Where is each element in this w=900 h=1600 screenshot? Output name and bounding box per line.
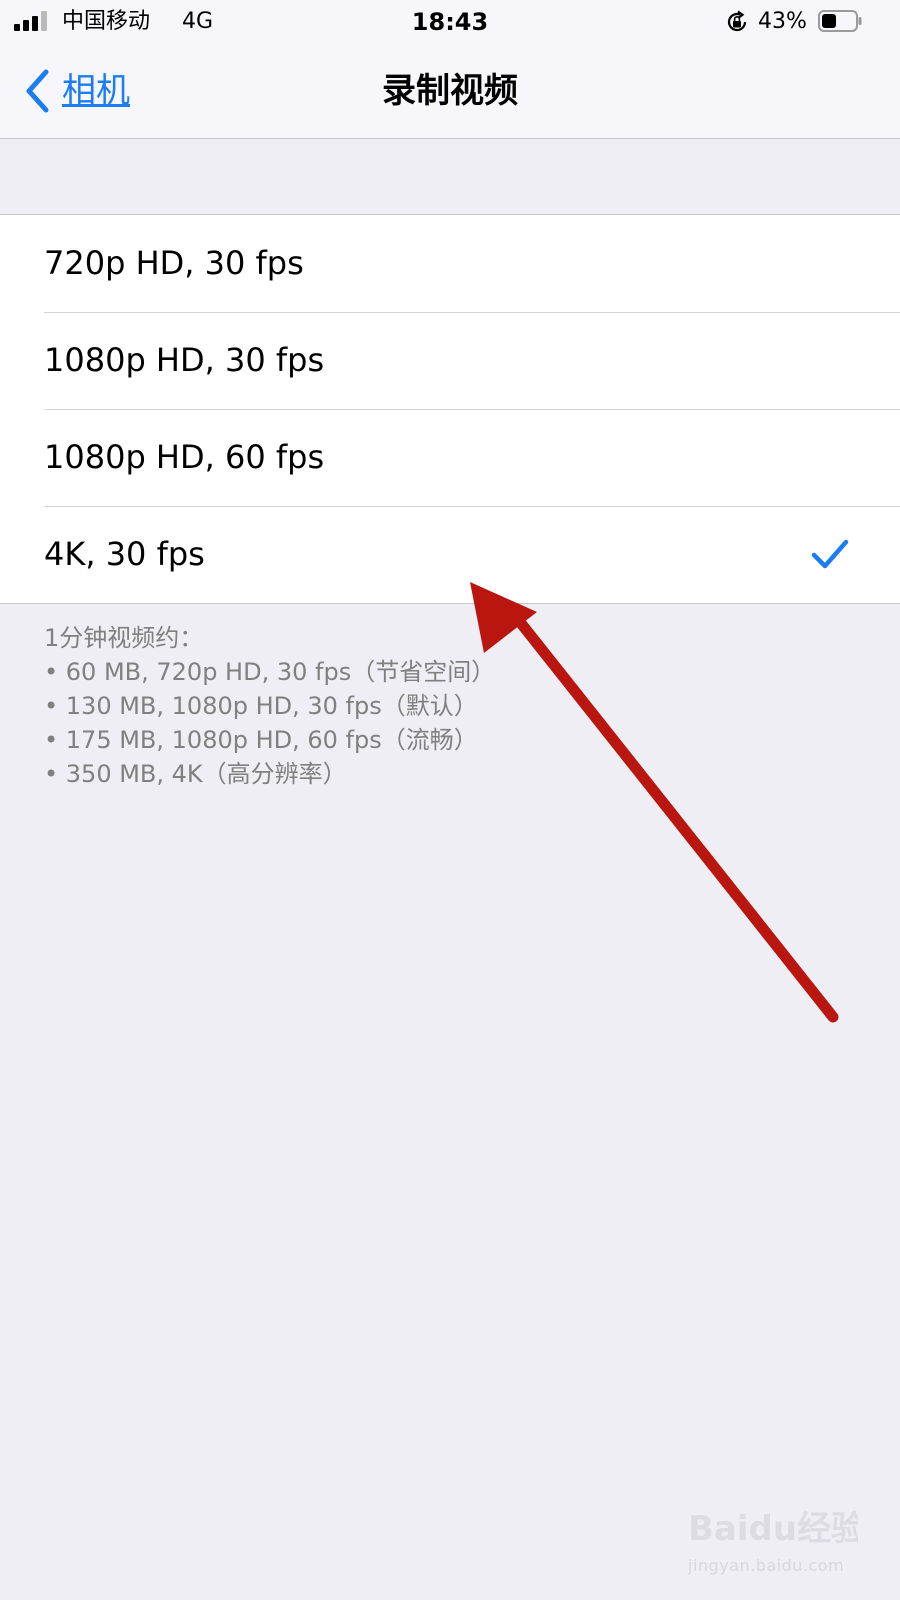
option-label: 1080p HD, 60 fps: [44, 438, 325, 476]
back-button-label: 相机: [62, 71, 130, 111]
baidu-jingyan-watermark-logo: Baidu经验: [688, 1509, 858, 1549]
status-bar: 中国移动 4G 18:43 43%: [0, 0, 900, 44]
option-1080p-30fps[interactable]: 1080p HD, 30 fps: [0, 312, 900, 409]
video-format-list: 720p HD, 30 fps 1080p HD, 30 fps 1080p H…: [0, 214, 900, 604]
battery-icon: [818, 10, 862, 32]
svg-text:Baidu经验: Baidu经验: [688, 1509, 858, 1549]
page-title: 录制视频: [382, 71, 518, 111]
option-720p-30fps[interactable]: 720p HD, 30 fps: [0, 215, 900, 312]
notes-heading: 1分钟视频约：: [44, 624, 204, 652]
option-1080p-60fps[interactable]: 1080p HD, 60 fps: [0, 409, 900, 506]
note-item: • 130 MB, 1080p HD, 30 fps（默认）: [44, 692, 478, 720]
note-item: • 350 MB, 4K（高分辨率）: [44, 760, 347, 788]
note-item: • 60 MB, 720p HD, 30 fps（节省空间）: [44, 658, 496, 686]
note-item: • 175 MB, 1080p HD, 60 fps（流畅）: [44, 726, 478, 754]
chevron-left-icon: [26, 69, 49, 113]
checkmark-icon: [811, 539, 849, 569]
rotation-lock-icon: [727, 10, 747, 32]
storage-size-notes: 1分钟视频约： • 60 MB, 720p HD, 30 fps（节省空间） •…: [44, 621, 864, 791]
battery-percentage: 43%: [758, 9, 807, 34]
option-label: 1080p HD, 30 fps: [44, 341, 325, 379]
watermark-url: jingyan.baidu.com: [688, 1556, 845, 1575]
option-label: 4K, 30 fps: [44, 535, 205, 573]
option-label: 720p HD, 30 fps: [44, 244, 304, 282]
back-button[interactable]: 相机: [24, 66, 130, 116]
option-4k-30fps[interactable]: 4K, 30 fps: [0, 506, 900, 603]
navigation-bar: 录制视频 相机: [0, 44, 900, 139]
